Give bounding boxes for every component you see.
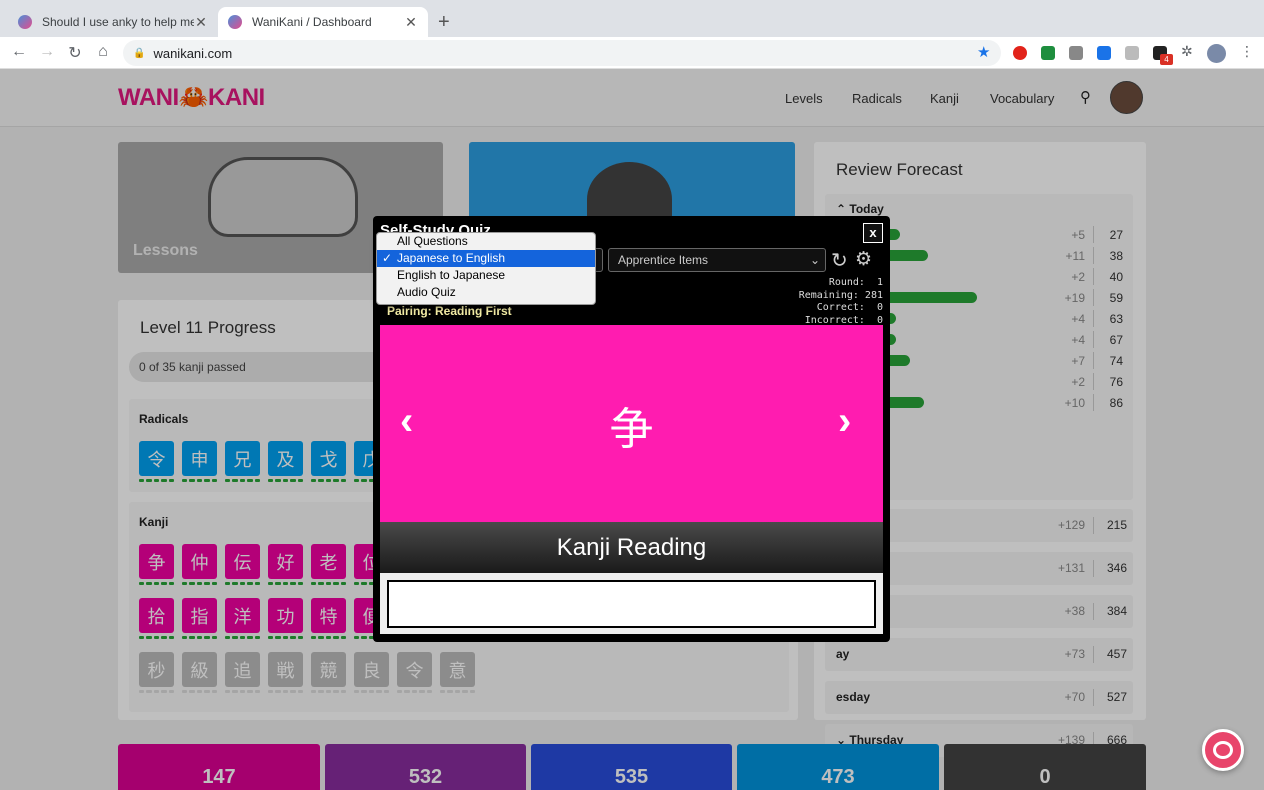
stat-correct: Correct: 0 <box>816 302 883 313</box>
chevron-down-icon: ⌄ <box>809 253 820 267</box>
grey-extension-icon[interactable] <box>1125 46 1139 60</box>
tab-title: Should I use anky to help me m <box>42 15 194 29</box>
question-type-label: Kanji Reading <box>380 522 883 573</box>
sheets-extension-icon[interactable] <box>1041 46 1055 60</box>
tab-favicon-icon <box>18 15 32 29</box>
settings-gear-icon[interactable]: ⚙ <box>855 248 872 271</box>
menu-kebab-icon[interactable]: ⋮ <box>1240 43 1254 60</box>
opera-extension-icon[interactable] <box>1013 46 1027 60</box>
next-arrow-icon[interactable]: › <box>838 399 851 444</box>
quiz-character-panel: ‹ 争 › <box>380 325 883 522</box>
bookmark-star-icon[interactable]: ★ <box>977 43 990 61</box>
checkmark-icon: ✓ <box>382 251 393 265</box>
reload-icon[interactable]: ↻ <box>65 43 85 63</box>
profile-icon[interactable] <box>1207 44 1226 63</box>
calendar-extension-icon[interactable] <box>1097 46 1111 60</box>
tab-title: WaniKani / Dashboard <box>252 15 372 29</box>
tab-close-icon[interactable]: ✕ <box>404 14 418 31</box>
dropdown-option[interactable]: ✓ Japanese to English <box>377 250 595 267</box>
tab-close-icon[interactable]: ✕ <box>194 14 208 31</box>
chat-support-icon[interactable] <box>1202 729 1244 771</box>
browser-tab-active[interactable]: WaniKani / Dashboard ✕ <box>218 7 428 37</box>
dropdown-option[interactable]: English to Japanese <box>377 267 595 284</box>
new-tab-icon[interactable]: + <box>438 11 450 34</box>
quiz-stats: Round: 1 Remaining: 281 Correct: 0 Incorrec… <box>673 277 883 327</box>
item-set-value: Apprentice Items <box>618 253 709 267</box>
stat-round: Round: 1 <box>828 277 883 288</box>
browser-tabstrip: Should I use anky to help me m ✕ WaniKan… <box>0 0 1264 37</box>
item-set-select[interactable]: Apprentice Items ⌄ <box>608 248 826 272</box>
home-icon[interactable]: ⌂ <box>93 43 113 61</box>
quiz-character: 争 <box>609 405 654 454</box>
forward-icon[interactable]: → <box>37 43 57 61</box>
stat-remaining: Remaining: 281 <box>798 289 883 301</box>
extensions-puzzle-icon[interactable]: ✲ <box>1181 43 1193 60</box>
refresh-icon[interactable]: ↻ <box>831 248 848 273</box>
terminal-extension-icon[interactable] <box>1069 46 1083 60</box>
question-type-dropdown[interactable]: All Questions ✓ Japanese to English English… <box>376 232 596 305</box>
address-bar[interactable]: 🔒 wanikani.com <box>123 40 1001 66</box>
tab-favicon-icon <box>228 15 242 29</box>
dropdown-option[interactable]: Audio Quiz <box>377 284 595 301</box>
browser-tab-inactive[interactable]: Should I use anky to help me m ✕ <box>8 7 218 37</box>
lock-icon: 🔒 <box>133 47 146 59</box>
pairing-label: Pairing: Reading First <box>387 304 512 318</box>
answer-area <box>380 573 883 634</box>
quiz-close-button[interactable]: x <box>863 223 883 243</box>
dropdown-option[interactable]: All Questions <box>377 233 595 250</box>
browser-toolbar: ← → ↻ ⌂ 🔒 wanikani.com ★ 4 ✲ ⋮ <box>0 37 1264 69</box>
extension-badge: 4 <box>1160 54 1173 65</box>
back-icon[interactable]: ← <box>9 43 29 61</box>
answer-input[interactable] <box>387 580 876 628</box>
url-text: wanikani.com <box>153 45 233 61</box>
